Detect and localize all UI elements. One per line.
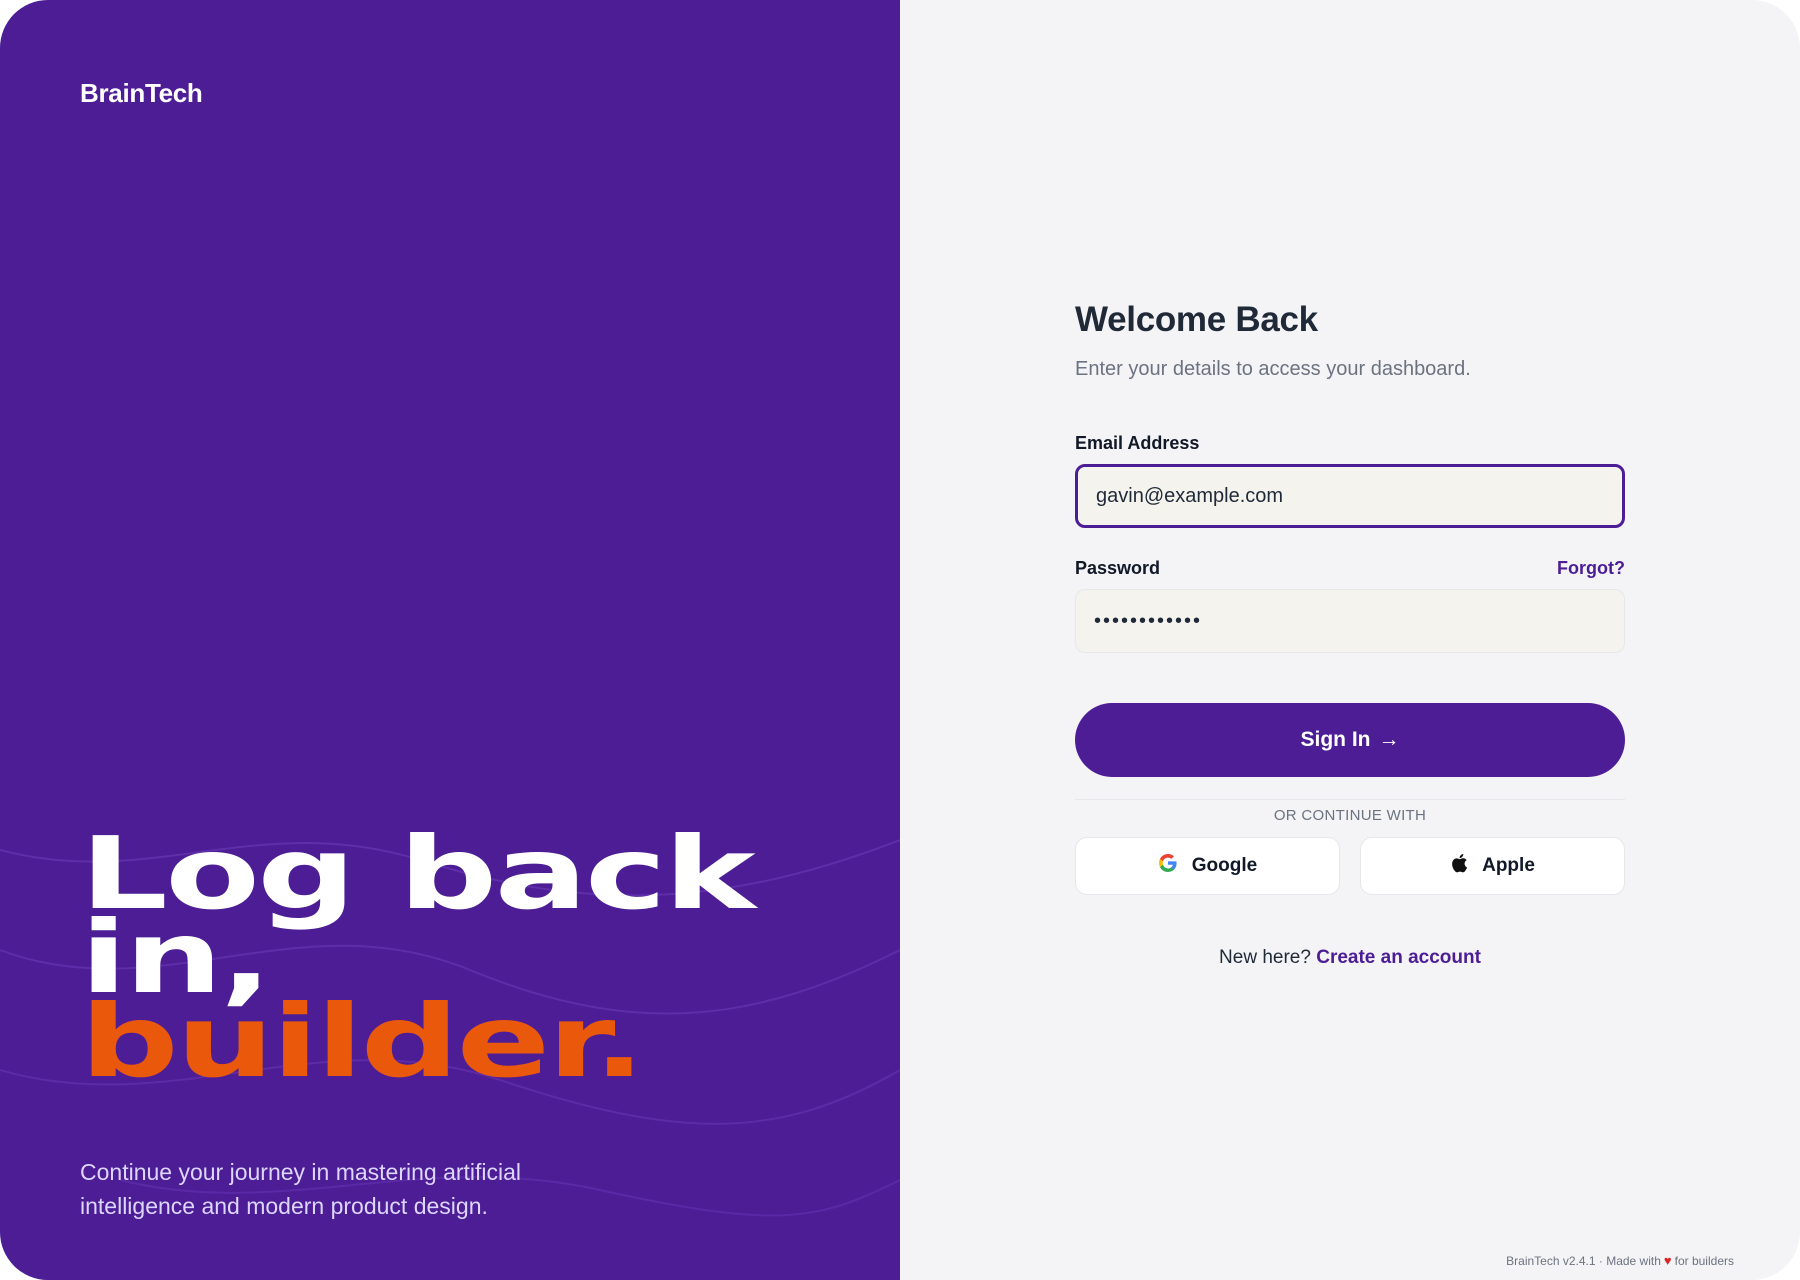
sign-in-button[interactable]: Sign In → bbox=[1075, 703, 1625, 777]
hero-panel: BrainTech Log back in, builder. Continue… bbox=[0, 0, 900, 1280]
password-label-row: Password Forgot? bbox=[1075, 558, 1625, 579]
google-icon bbox=[1158, 853, 1178, 879]
login-page: BrainTech Log back in, builder. Continue… bbox=[0, 0, 1800, 1280]
signup-prompt: New here? Create an account bbox=[1075, 947, 1625, 969]
login-form: Welcome Back Enter your details to acces… bbox=[1075, 300, 1625, 969]
login-panel: Welcome Back Enter your details to acces… bbox=[900, 0, 1800, 1280]
footer-note: BrainTech v2.4.1 · Made with ♥ for build… bbox=[1506, 1253, 1734, 1268]
brand-logo[interactable]: BrainTech bbox=[80, 78, 203, 109]
email-label-row: Email Address bbox=[1075, 433, 1625, 454]
footer-right-text: for builders bbox=[1674, 1253, 1734, 1268]
hero-headline: Log back in, builder. bbox=[80, 824, 756, 1092]
create-account-link[interactable]: Create an account bbox=[1316, 947, 1481, 968]
apple-icon bbox=[1450, 853, 1468, 879]
heart-icon: ♥ bbox=[1663, 1253, 1672, 1268]
arrow-right-icon: → bbox=[1378, 728, 1400, 751]
google-login-button[interactable]: Google bbox=[1075, 837, 1340, 895]
apple-label: Apple bbox=[1482, 855, 1535, 876]
password-field[interactable] bbox=[1075, 589, 1625, 653]
footer-left-text: BrainTech v2.4.1 · Made with bbox=[1506, 1253, 1661, 1268]
email-label: Email Address bbox=[1075, 433, 1200, 453]
sign-in-label: Sign In bbox=[1300, 728, 1371, 751]
signup-prompt-text: New here? bbox=[1219, 947, 1311, 968]
login-subtitle: Enter your details to access your dashbo… bbox=[1075, 358, 1471, 380]
forgot-password-link[interactable]: Forgot? bbox=[1557, 558, 1625, 579]
apple-login-button[interactable]: Apple bbox=[1360, 837, 1625, 895]
hero-line-accent: builder. bbox=[80, 983, 645, 1100]
social-login-row: Google Apple bbox=[1075, 837, 1625, 895]
google-label: Google bbox=[1191, 855, 1258, 876]
hero-tagline: Continue your journey in mastering artif… bbox=[80, 1159, 522, 1219]
login-title: Welcome Back bbox=[1075, 300, 1318, 339]
continue-with-divider: OR CONTINUE WITH bbox=[1075, 797, 1625, 824]
password-label: Password bbox=[1075, 558, 1161, 578]
divider-label: OR CONTINUE WITH bbox=[1257, 806, 1443, 824]
email-field[interactable] bbox=[1075, 464, 1625, 528]
